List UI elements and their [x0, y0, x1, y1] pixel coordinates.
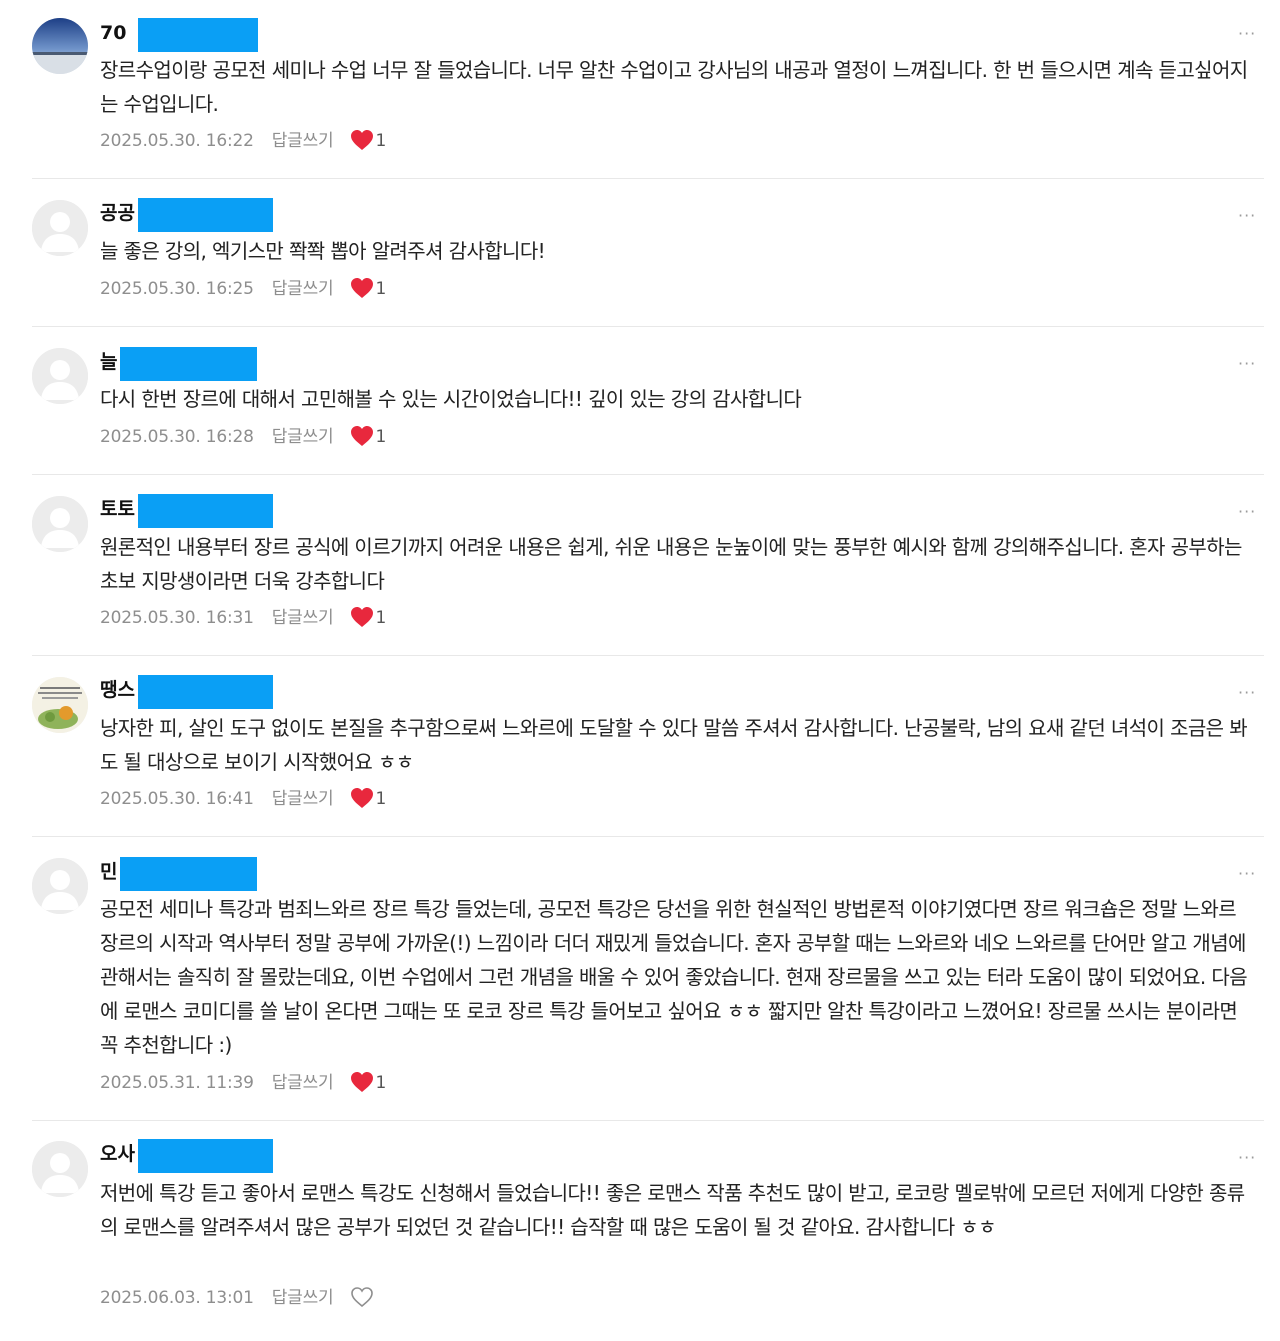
default-avatar-icon [32, 348, 88, 404]
comment-text: 늘 좋은 강의, 엑기스만 쫙쫙 뽑아 알려주셔 감사합니다! [100, 239, 546, 263]
avatar[interactable] [32, 18, 88, 74]
comment-date: 2025.05.30. 16:22 [100, 131, 254, 151]
heart-filled-icon [350, 1072, 373, 1092]
redaction-box [120, 347, 257, 381]
redaction-box [138, 494, 273, 528]
redaction-box [138, 1139, 273, 1173]
reply-button[interactable]: 답글쓰기 [272, 1071, 334, 1095]
divider [32, 655, 1264, 656]
heart-filled-icon [350, 426, 373, 446]
divider [32, 836, 1264, 837]
illustration-avatar-icon [32, 677, 88, 733]
like-button[interactable]: 1 [350, 129, 387, 153]
comment-date: 2025.06.03. 13:01 [100, 1288, 254, 1308]
comment-meta: 2025.05.30. 16:31 답글쓰기 1 [100, 606, 386, 630]
more-options-icon[interactable]: ··· [1238, 26, 1260, 42]
more-options-icon[interactable]: ··· [1238, 1150, 1260, 1166]
redaction-box [138, 198, 273, 232]
comment-meta: 2025.05.30. 16:25 답글쓰기 1 [100, 277, 386, 301]
comment-date: 2025.05.30. 16:41 [100, 789, 254, 809]
like-button[interactable]: 1 [350, 425, 387, 449]
more-options-icon[interactable]: ··· [1238, 208, 1260, 224]
divider [32, 326, 1264, 327]
comment-meta: 2025.05.30. 16:41 답글쓰기 1 [100, 787, 386, 811]
author-name[interactable]: 땡스 [100, 675, 135, 705]
like-count: 1 [375, 789, 387, 809]
more-options-icon[interactable]: ··· [1238, 685, 1260, 701]
reply-button[interactable]: 답글쓰기 [272, 129, 334, 153]
redaction-box [138, 18, 258, 52]
author-name[interactable]: 민 [100, 857, 117, 887]
author-name[interactable]: 오사 [100, 1139, 135, 1169]
more-options-icon[interactable]: ··· [1238, 866, 1260, 882]
divider [32, 178, 1264, 179]
heart-filled-icon [350, 607, 373, 627]
like-count: 1 [375, 1073, 387, 1093]
author-name[interactable]: 토토 [100, 494, 135, 524]
comment-date: 2025.05.31. 11:39 [100, 1073, 254, 1093]
divider [32, 474, 1264, 475]
default-avatar-icon [32, 858, 88, 914]
avatar[interactable] [32, 496, 88, 552]
redaction-box [138, 675, 273, 709]
avatar[interactable] [32, 200, 88, 256]
photo-avatar-sky-icon [32, 18, 88, 74]
default-avatar-icon [32, 496, 88, 552]
comment-text: 저번에 특강 듣고 좋아서 로맨스 특강도 신청해서 들었습니다!! 좋은 로맨… [100, 1181, 1245, 1239]
comment-meta: 2025.05.30. 16:22 답글쓰기 1 [100, 129, 386, 153]
comment-text: 원론적인 내용부터 장르 공식에 이르기까지 어려운 내용은 쉽게, 쉬운 내용… [100, 535, 1242, 593]
like-button[interactable]: 1 [350, 606, 387, 630]
avatar[interactable] [32, 677, 88, 733]
default-avatar-icon [32, 1141, 88, 1197]
author-name[interactable]: 늘 [100, 347, 117, 377]
comment-meta: 2025.05.31. 11:39 답글쓰기 1 [100, 1071, 386, 1095]
comment-text: 다시 한번 장르에 대해서 고민해볼 수 있는 시간이었습니다!! 깊이 있는 … [100, 387, 802, 411]
comment-text: 장르수업이랑 공모전 세미나 수업 너무 잘 들었습니다. 너무 알찬 수업이고… [100, 58, 1248, 116]
like-count: 1 [375, 427, 387, 447]
more-options-icon[interactable]: ··· [1238, 504, 1260, 520]
author-name[interactable]: 70 [100, 18, 126, 48]
comment-date: 2025.05.30. 16:31 [100, 608, 254, 628]
comment-meta: 2025.06.03. 13:01 답글쓰기 [100, 1286, 376, 1310]
like-button[interactable] [350, 1286, 376, 1310]
like-count: 1 [375, 608, 387, 628]
heart-filled-icon [350, 788, 373, 808]
avatar[interactable] [32, 858, 88, 914]
divider [32, 1120, 1264, 1121]
heart-outline-icon [350, 1287, 373, 1308]
reply-button[interactable]: 답글쓰기 [272, 1286, 334, 1310]
reply-button[interactable]: 답글쓰기 [272, 606, 334, 630]
comment-date: 2025.05.30. 16:28 [100, 427, 254, 447]
default-avatar-icon [32, 200, 88, 256]
heart-filled-icon [350, 278, 373, 298]
redaction-box [120, 857, 257, 891]
like-count: 1 [375, 279, 387, 299]
avatar[interactable] [32, 348, 88, 404]
reply-button[interactable]: 답글쓰기 [272, 425, 334, 449]
comment-text: 낭자한 피, 살인 도구 없이도 본질을 추구함으로써 느와르에 도달할 수 있… [100, 716, 1248, 774]
like-button[interactable]: 1 [350, 277, 387, 301]
like-button[interactable]: 1 [350, 787, 387, 811]
comment-date: 2025.05.30. 16:25 [100, 279, 254, 299]
reply-button[interactable]: 답글쓰기 [272, 277, 334, 301]
more-options-icon[interactable]: ··· [1238, 356, 1260, 372]
reply-button[interactable]: 답글쓰기 [272, 787, 334, 811]
avatar[interactable] [32, 1141, 88, 1197]
like-button[interactable]: 1 [350, 1071, 387, 1095]
comment-text: 공모전 세미나 특강과 범죄느와르 장르 특강 들었는데, 공모전 특강은 당선… [100, 897, 1248, 1057]
comment-meta: 2025.05.30. 16:28 답글쓰기 1 [100, 425, 386, 449]
like-count: 1 [375, 131, 387, 151]
heart-filled-icon [350, 130, 373, 150]
author-name[interactable]: 공공 [100, 198, 135, 228]
